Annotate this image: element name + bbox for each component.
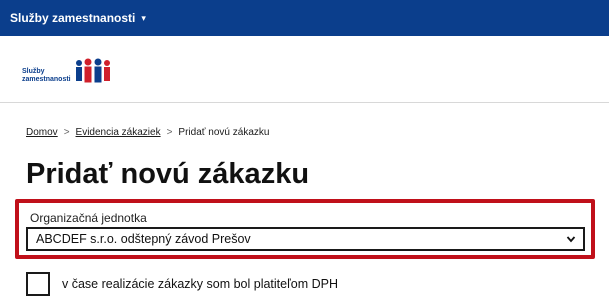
breadcrumb: Domov > Evidencia zákaziek > Pridať novú…: [26, 127, 269, 138]
vat-checkbox-label[interactable]: v čase realizácie zákazky som bol platit…: [62, 277, 338, 291]
page-title: Pridať novú zákazku: [26, 158, 310, 190]
breadcrumb-current: Pridať novú zákazku: [178, 127, 270, 138]
people-logo-icon: [75, 58, 110, 83]
chevron-down-icon: [566, 236, 576, 243]
breadcrumb-orders-link[interactable]: Evidencia zákaziek: [76, 127, 161, 138]
site-header: Služby zamestnanosti: [0, 36, 609, 103]
logo-text-line1: Služby: [22, 68, 45, 75]
top-navigation-bar: Služby zamestnanosti ▾: [0, 0, 609, 36]
vat-checkbox-row: v čase realizácie zákazky som bol platit…: [26, 272, 338, 296]
services-menu-label: Služby zamestnanosti: [10, 11, 136, 25]
logo-wordmark: Služby zamestnanosti: [22, 68, 73, 84]
breadcrumb-home-link[interactable]: Domov: [26, 127, 58, 138]
logo-text-line2: zamestnanosti: [22, 76, 71, 83]
caret-down-icon: ▾: [141, 12, 146, 23]
org-unit-label: Organizačná jednotka: [30, 211, 147, 225]
vat-checkbox[interactable]: [26, 272, 50, 296]
site-logo[interactable]: Služby zamestnanosti: [22, 56, 113, 84]
services-menu-button[interactable]: Služby zamestnanosti ▾: [10, 11, 146, 25]
org-unit-select[interactable]: ABCDEF s.r.o. odštepný závod Prešov: [26, 227, 585, 251]
breadcrumb-separator: >: [166, 127, 173, 138]
org-unit-selected-value: ABCDEF s.r.o. odštepný závod Prešov: [36, 232, 251, 246]
breadcrumb-separator: >: [63, 127, 70, 138]
